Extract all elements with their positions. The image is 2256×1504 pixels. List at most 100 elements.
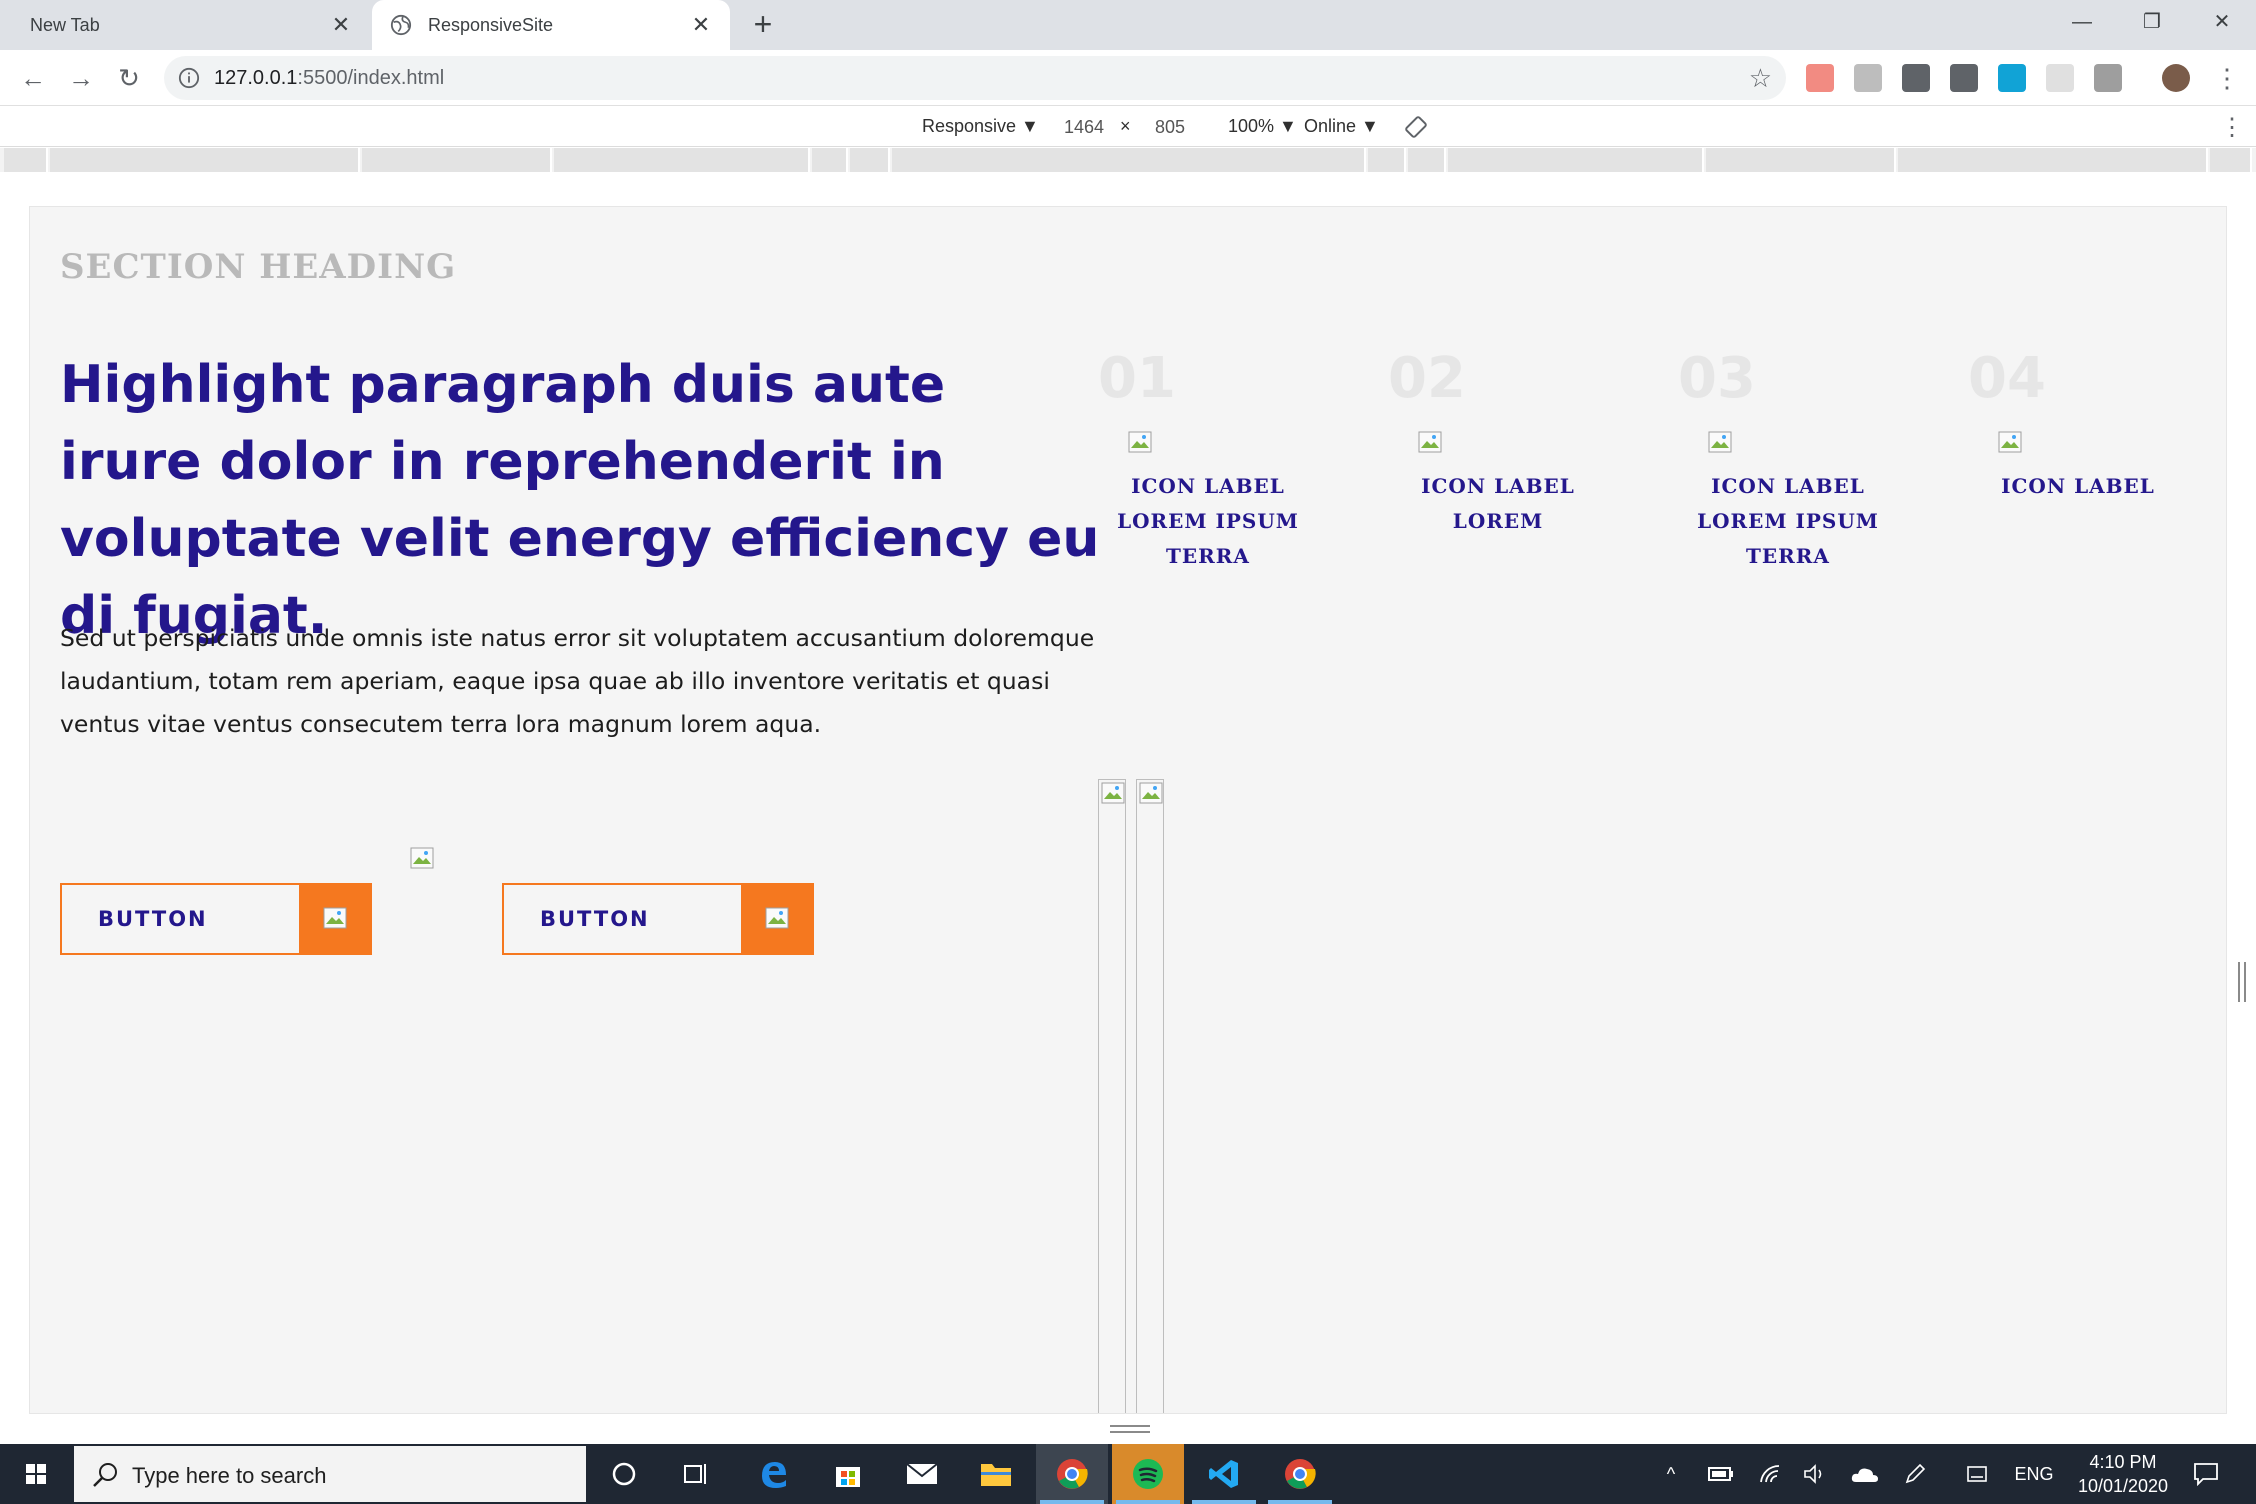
media-query-segment[interactable] bbox=[1368, 148, 1406, 172]
extension-head-icon[interactable] bbox=[1950, 64, 1978, 92]
primary-button[interactable]: BUTTON bbox=[60, 883, 372, 955]
tab-responsive-site[interactable]: ResponsiveSite ✕ bbox=[372, 0, 730, 50]
edge-icon bbox=[762, 1462, 786, 1488]
button-label: BUTTON bbox=[540, 907, 650, 931]
network-throttle-select[interactable]: Online ▼ bbox=[1304, 116, 1379, 137]
wifi-icon[interactable] bbox=[1754, 1444, 1788, 1504]
address-bar[interactable]: 127.0.0.1:5500/index.html ☆ bbox=[164, 56, 1786, 100]
mail-button[interactable] bbox=[886, 1444, 958, 1504]
feature-icon bbox=[1708, 431, 1732, 453]
feature-icon bbox=[1418, 431, 1442, 453]
feature-icon bbox=[1998, 431, 2022, 453]
onedrive-icon[interactable] bbox=[1846, 1444, 1884, 1504]
viewport-height-input[interactable]: 805 bbox=[1136, 113, 1204, 141]
zoom-select[interactable]: 100% ▼ bbox=[1228, 116, 1297, 137]
media-query-segment[interactable] bbox=[1408, 148, 1446, 172]
media-query-segment[interactable] bbox=[2210, 148, 2252, 172]
minimize-button[interactable]: — bbox=[2048, 0, 2116, 44]
device-toolbar-menu-icon[interactable]: ⋮ bbox=[2220, 113, 2244, 142]
extension-grammarly-icon[interactable] bbox=[1998, 64, 2026, 92]
feature-label: ICON LABEL bbox=[2001, 474, 2155, 498]
extension-blank-icon[interactable] bbox=[2046, 64, 2074, 92]
info-icon[interactable] bbox=[178, 67, 200, 89]
bookmark-star-icon[interactable]: ☆ bbox=[1749, 64, 1772, 92]
reload-button[interactable]: ↻ bbox=[112, 61, 146, 95]
action-center-icon[interactable] bbox=[2186, 1444, 2226, 1504]
viewport-resize-handle-bottom[interactable] bbox=[1110, 1425, 1150, 1433]
chrome-second-window-button[interactable] bbox=[1264, 1444, 1336, 1504]
viewport-resize-handle-right[interactable] bbox=[2238, 962, 2246, 1002]
new-tab-button[interactable]: + bbox=[748, 8, 778, 40]
highlight-paragraph: Highlight paragraph duis aute irure dolo… bbox=[60, 355, 1100, 646]
task-view-icon bbox=[684, 1464, 706, 1484]
close-window-button[interactable]: ✕ bbox=[2188, 0, 2256, 44]
start-button[interactable] bbox=[0, 1444, 72, 1504]
store-button[interactable] bbox=[812, 1444, 884, 1504]
media-query-segment[interactable] bbox=[362, 148, 552, 172]
extension-v-icon[interactable] bbox=[2094, 64, 2122, 92]
media-query-segment[interactable] bbox=[50, 148, 360, 172]
clock-date: 10/01/2020 bbox=[2077, 1476, 2169, 1496]
button-arrow-icon[interactable] bbox=[299, 883, 372, 955]
feature-label: ICON LABEL LOREM IPSUM TERRA bbox=[1117, 474, 1299, 568]
button-arrow-icon[interactable] bbox=[741, 883, 814, 955]
taskbar-clock[interactable]: 4:10 PM 10/01/2020 bbox=[2068, 1450, 2178, 1498]
restore-button[interactable]: ❐ bbox=[2118, 0, 2186, 44]
browser-tab-strip: New Tab ✕ ResponsiveSite ✕ + — ❐ ✕ bbox=[0, 0, 2256, 50]
viewport-width-input[interactable]: 1464 bbox=[1050, 113, 1118, 141]
volume-icon[interactable] bbox=[1798, 1444, 1832, 1504]
cortana-button[interactable] bbox=[588, 1444, 660, 1504]
tab-close-icon[interactable]: ✕ bbox=[328, 12, 354, 38]
spotify-button[interactable] bbox=[1112, 1444, 1184, 1504]
globe-icon bbox=[390, 14, 412, 36]
dimension-separator: × bbox=[1120, 116, 1131, 136]
url-text[interactable]: 127.0.0.1:5500/index.html bbox=[214, 67, 444, 90]
feature-number: 02 bbox=[1388, 346, 1466, 411]
back-button[interactable]: ← bbox=[16, 61, 50, 95]
extension-gray-icon[interactable] bbox=[1854, 64, 1882, 92]
folder-icon bbox=[981, 1464, 1011, 1486]
battery-icon[interactable] bbox=[1704, 1444, 1738, 1504]
button-label: BUTTON bbox=[98, 907, 208, 931]
media-query-segment[interactable] bbox=[1706, 148, 1896, 172]
broken-image-icon bbox=[1101, 782, 1125, 804]
feature-number: 04 bbox=[1968, 346, 2046, 411]
tab-new-tab[interactable]: New Tab ✕ bbox=[0, 0, 370, 50]
media-query-segment[interactable] bbox=[4, 148, 48, 172]
browser-menu-icon[interactable]: ⋮ bbox=[2214, 60, 2240, 96]
feature-number: 03 bbox=[1678, 346, 1756, 411]
feature-icon bbox=[1128, 431, 1152, 453]
tab-close-icon[interactable]: ✕ bbox=[688, 12, 714, 38]
broken-image-icon bbox=[410, 847, 434, 869]
taskbar-search[interactable]: Type here to search bbox=[72, 1444, 588, 1504]
media-query-segment[interactable] bbox=[554, 148, 810, 172]
keyboard-icon[interactable] bbox=[1960, 1444, 1994, 1504]
input-language[interactable]: ENG bbox=[2014, 1444, 2054, 1504]
extension-red-icon[interactable] bbox=[1806, 64, 1834, 92]
media-query-segment[interactable] bbox=[850, 148, 890, 172]
feature-label: ICON LABEL LOREM bbox=[1421, 474, 1575, 533]
edge-button[interactable] bbox=[738, 1444, 810, 1504]
media-query-segment[interactable] bbox=[892, 148, 1366, 172]
extension-code-icon[interactable] bbox=[1902, 64, 1930, 92]
tray-overflow-icon[interactable]: ^ bbox=[1656, 1444, 1686, 1504]
rotate-icon[interactable] bbox=[1404, 115, 1428, 139]
pen-icon[interactable] bbox=[1898, 1444, 1932, 1504]
media-query-segment[interactable] bbox=[812, 148, 848, 172]
device-toolbar: Responsive ▼ 1464 × 805 100% ▼ Online ▼ … bbox=[0, 107, 2256, 147]
forward-button[interactable]: → bbox=[64, 61, 98, 95]
media-query-segment[interactable] bbox=[1448, 148, 1704, 172]
media-query-bar[interactable] bbox=[0, 148, 2256, 172]
secondary-button[interactable]: BUTTON bbox=[502, 883, 814, 955]
feature-label: ICON LABEL LOREM IPSUM TERRA bbox=[1697, 474, 1879, 568]
file-explorer-button[interactable] bbox=[960, 1444, 1032, 1504]
task-view-button[interactable] bbox=[660, 1444, 732, 1504]
chrome-taskbar-button[interactable] bbox=[1036, 1444, 1108, 1504]
device-select[interactable]: Responsive ▼ bbox=[922, 116, 1039, 137]
vscode-button[interactable] bbox=[1188, 1444, 1260, 1504]
broken-image-icon bbox=[765, 907, 789, 929]
profile-avatar[interactable] bbox=[2162, 64, 2190, 92]
media-query-segment[interactable] bbox=[1898, 148, 2208, 172]
search-icon bbox=[93, 1463, 117, 1487]
search-placeholder: Type here to search bbox=[132, 1463, 327, 1488]
